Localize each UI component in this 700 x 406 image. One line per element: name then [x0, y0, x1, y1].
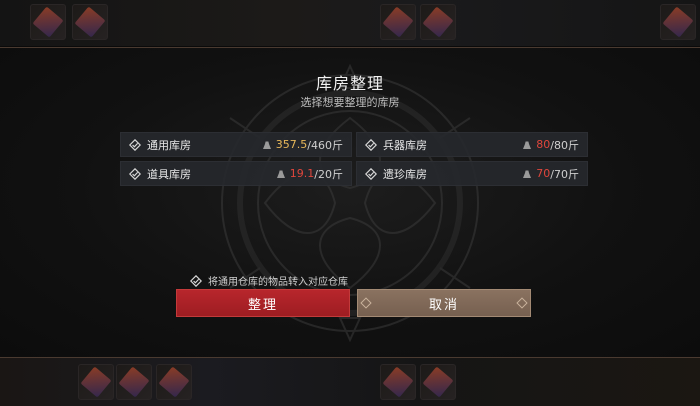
warehouse-capacity: 357.5 /460斤	[262, 137, 343, 153]
inventory-slot	[380, 4, 416, 40]
weight-icon	[262, 141, 271, 149]
inventory-slot	[156, 364, 192, 400]
warehouse-option-relics[interactable]: 遗珍库房 70 /70斤	[356, 161, 588, 186]
warehouse-option-general[interactable]: 通用库房 357.5 /460斤	[120, 132, 352, 157]
warehouse-option-items[interactable]: 道具库房 19.1 /20斤	[120, 161, 352, 186]
warehouse-capacity: 80 /80斤	[522, 137, 579, 153]
warehouse-capacity: 19.1 /20斤	[276, 166, 343, 182]
inventory-slot	[78, 364, 114, 400]
inventory-slot	[420, 364, 456, 400]
capacity-max: /80斤	[550, 138, 579, 152]
warehouse-name: 兵器库房	[383, 138, 427, 152]
cancel-button[interactable]: 取消	[357, 289, 531, 317]
diamond-check-icon	[190, 274, 202, 287]
capacity-max: /70斤	[550, 167, 579, 181]
capacity-current: 80	[536, 138, 551, 151]
diamond-check-icon	[365, 138, 377, 151]
weight-icon	[523, 170, 532, 178]
weight-icon	[276, 170, 285, 178]
inventory-slot	[660, 4, 696, 40]
diamond-check-icon	[129, 167, 141, 180]
warehouse-option-weapons[interactable]: 兵器库房 80 /80斤	[356, 132, 588, 157]
inventory-slot	[380, 364, 416, 400]
warehouse-name: 道具库房	[147, 167, 191, 181]
warehouse-name: 遗珍库房	[383, 167, 427, 181]
dialog-title: 库房整理	[315, 74, 384, 93]
capacity-current: 19.1	[289, 167, 315, 180]
inventory-slot	[30, 4, 66, 40]
warehouse-organize-dialog: 库房整理 选择想要整理的库房 通用库房 357.5 /460斤 兵器库房 80 …	[0, 47, 700, 358]
background-inventory-top	[0, 0, 700, 46]
diamond-check-icon	[365, 167, 377, 180]
transfer-items-checkbox[interactable]: 将通用仓库的物品转入对应仓库	[190, 273, 348, 288]
capacity-max: /20斤	[314, 167, 343, 181]
warehouse-capacity: 70 /70斤	[522, 166, 579, 182]
transfer-items-label: 将通用仓库的物品转入对应仓库	[208, 277, 348, 288]
warehouse-name: 通用库房	[147, 138, 191, 152]
diamond-check-icon	[129, 138, 141, 151]
inventory-slot	[72, 4, 108, 40]
weight-icon	[523, 141, 532, 149]
inventory-slot	[420, 4, 456, 40]
organize-button[interactable]: 整理	[176, 289, 350, 317]
capacity-current: 357.5	[275, 138, 308, 151]
inventory-slot	[116, 364, 152, 400]
capacity-current: 70	[536, 167, 551, 180]
capacity-max: /460斤	[307, 138, 343, 152]
dialog-subtitle: 选择想要整理的库房	[300, 96, 400, 109]
background-inventory-bottom	[0, 358, 700, 406]
